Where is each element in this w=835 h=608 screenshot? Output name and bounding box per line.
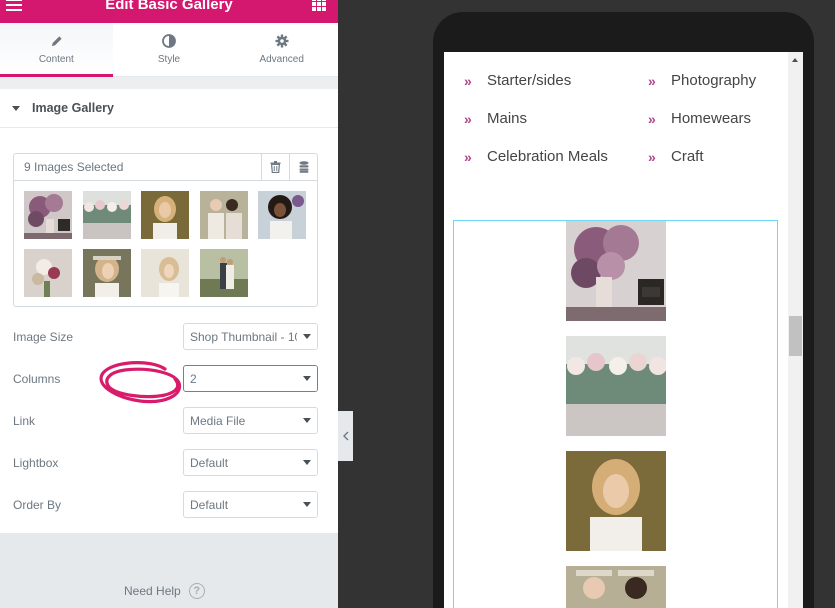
delete-gallery-button[interactable] [261, 153, 289, 181]
control-label-columns: Columns [13, 372, 61, 386]
gallery-image-bride-portrait[interactable] [566, 451, 666, 551]
lightbox-select[interactable]: Default [183, 449, 318, 476]
select-value: Default [190, 497, 229, 512]
panel-header: Edit Basic Gallery [0, 0, 338, 23]
select-value: Default [190, 455, 229, 470]
double-chevron-right-icon: » [648, 110, 656, 127]
category-label: Homewears [671, 110, 752, 127]
tab-label: Style [157, 54, 181, 65]
link-select[interactable]: Media File [183, 407, 318, 434]
control-label-lightbox: Lightbox [13, 456, 59, 470]
order-by-select[interactable]: Default [183, 491, 318, 518]
handwritten-circle-annotation [99, 361, 182, 404]
tab-label: Advanced [259, 54, 304, 65]
preview-scrollbar[interactable] [788, 52, 803, 608]
gallery-image-lilac-bouquet[interactable] [566, 221, 666, 321]
category-link[interactable]: » Homewears [648, 110, 751, 127]
chevron-down-icon [297, 324, 317, 349]
panel-tabs: Content Style Advanced [0, 23, 338, 77]
double-chevron-right-icon: » [648, 148, 656, 165]
category-link[interactable]: » Craft [648, 148, 704, 165]
hamburger-menu-icon[interactable] [6, 0, 22, 12]
double-chevron-right-icon: » [464, 110, 472, 127]
gallery-control-header: 9 Images Selected [14, 153, 317, 181]
control-label-order-by: Order By [13, 498, 62, 512]
gallery-thumbnail-woman-curly-hair[interactable] [258, 191, 306, 239]
gallery-thumbnail-bride-smiling[interactable] [141, 249, 189, 297]
chevron-down-icon [297, 408, 317, 433]
double-chevron-right-icon: » [648, 72, 656, 89]
gallery-thumbnail-hand-bouquet[interactable] [24, 249, 72, 297]
category-link[interactable]: » Photography [648, 72, 756, 89]
widgets-grid-icon[interactable] [312, 0, 326, 11]
collapse-panel-button[interactable] [338, 411, 353, 461]
gallery-thumbnail-bride-portrait[interactable] [141, 191, 189, 239]
gallery-thumbnail-bridesmaids[interactable] [200, 191, 248, 239]
edit-gallery-button[interactable] [289, 153, 317, 181]
scroll-up-arrow-icon[interactable] [792, 58, 798, 62]
half-circle-icon [162, 34, 176, 48]
double-chevron-right-icon: » [464, 72, 472, 89]
editor-panel: Edit Basic Gallery Content Style Advance… [0, 0, 338, 608]
category-link[interactable]: » Celebration Meals [464, 148, 608, 165]
scrollbar-thumb[interactable] [789, 316, 802, 356]
category-label: Photography [671, 72, 757, 89]
chevron-down-icon [297, 492, 317, 517]
gallery-thumbnail-flower-table[interactable] [83, 191, 131, 239]
category-label: Celebration Meals [487, 148, 608, 165]
control-label-image-size: Image Size [13, 330, 74, 344]
gallery-thumbnail-bride-flower-crown[interactable] [83, 249, 131, 297]
section-spacer [0, 77, 338, 89]
category-label: Starter/sides [487, 72, 572, 89]
tab-content[interactable]: Content [0, 23, 113, 77]
need-help-link[interactable]: Need Help ? [124, 583, 205, 599]
chevron-down-icon [297, 366, 317, 391]
tab-advanced[interactable]: Advanced [225, 23, 338, 76]
question-circle-icon: ? [188, 583, 205, 599]
select-value: Shop Thumbnail - 10 [190, 329, 297, 344]
control-label-link: Link [13, 414, 36, 428]
tab-label: Content [38, 53, 74, 65]
gallery-image-bridesmaids[interactable] [566, 566, 666, 608]
columns-select[interactable]: 2 [183, 365, 318, 392]
gallery-thumbnail-lilac-bouquet[interactable] [24, 191, 72, 239]
select-value: Media File [190, 413, 246, 428]
gallery-thumbnail-couple-field[interactable] [200, 249, 248, 297]
chevron-down-icon [297, 450, 317, 475]
double-chevron-right-icon: » [464, 148, 472, 165]
images-selected-count: 9 Images Selected [24, 160, 124, 174]
chevron-left-icon [342, 431, 348, 441]
gear-icon [275, 34, 289, 48]
select-value: 2 [190, 371, 197, 386]
section-title: Image Gallery [32, 101, 114, 115]
category-label: Mains [487, 110, 528, 127]
category-link[interactable]: » Mains [464, 110, 527, 127]
gallery-image-flower-table[interactable] [566, 336, 666, 436]
image-size-select[interactable]: Shop Thumbnail - 10 [183, 323, 318, 350]
section-header-image-gallery[interactable]: Image Gallery [0, 89, 338, 128]
category-link[interactable]: » Starter/sides [464, 72, 571, 89]
trash-icon [270, 161, 281, 173]
help-label: Need Help [124, 584, 181, 598]
database-icon [299, 161, 308, 173]
category-label: Craft [671, 148, 704, 165]
caret-down-icon [12, 105, 20, 111]
pencil-icon [51, 35, 62, 46]
tab-style[interactable]: Style [113, 23, 226, 76]
panel-title: Edit Basic Gallery [105, 0, 233, 13]
